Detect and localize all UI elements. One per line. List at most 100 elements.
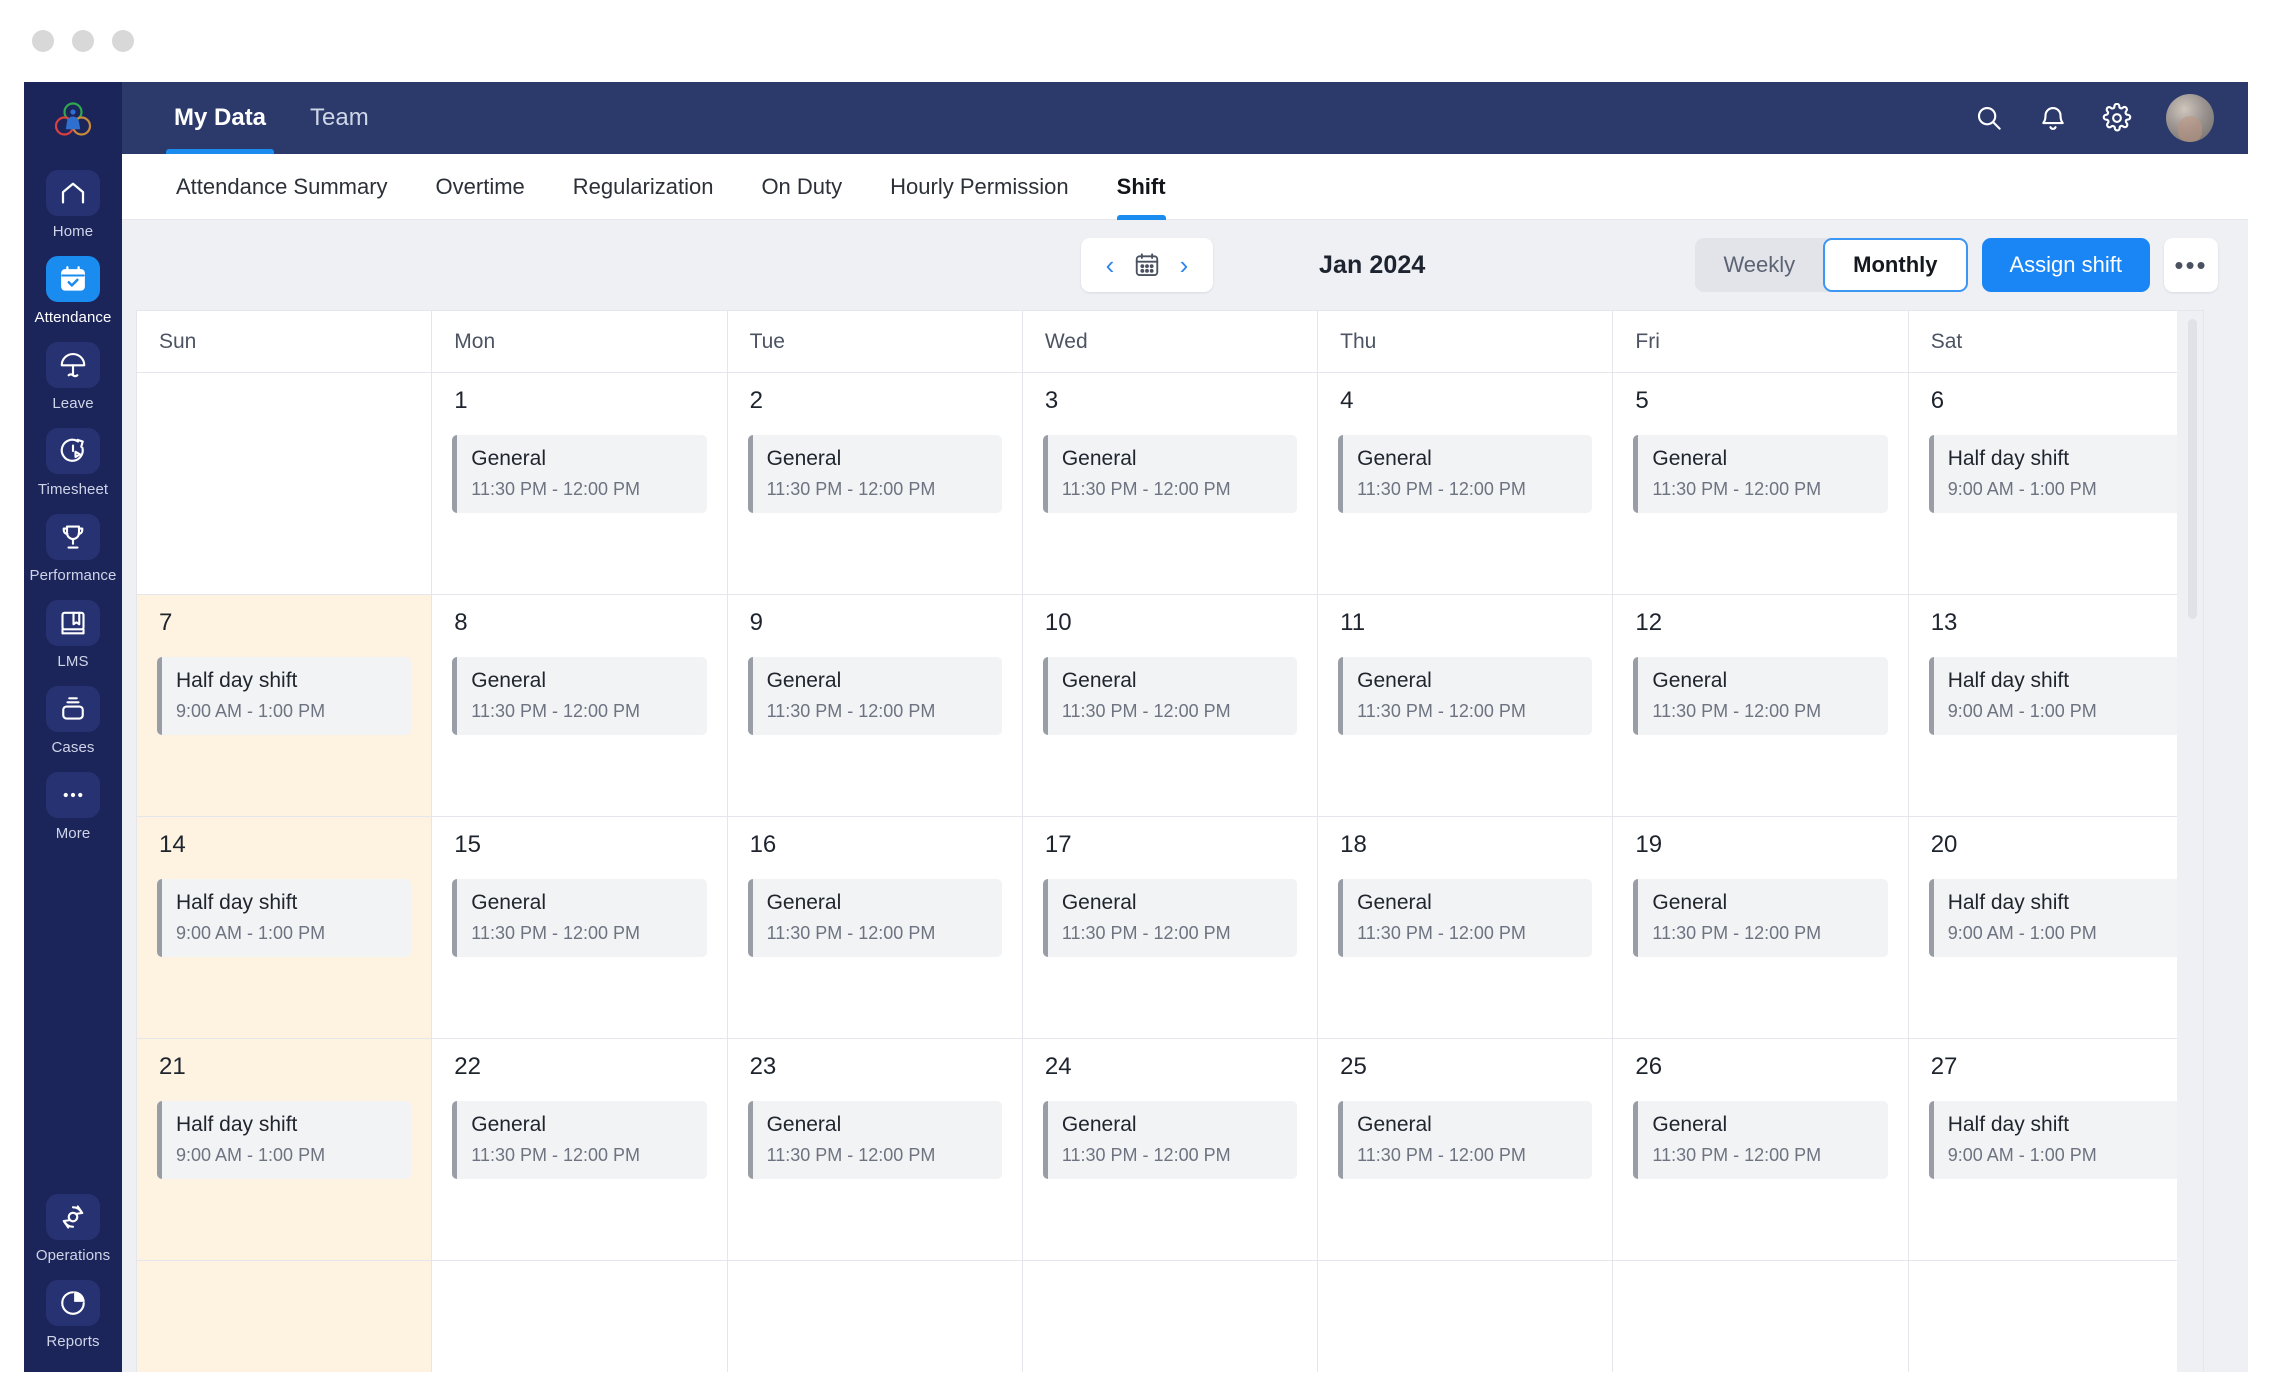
- shift-chip[interactable]: General 11:30 PM - 12:00 PM: [1633, 435, 1888, 513]
- calendar-day-cell[interactable]: [137, 373, 433, 594]
- calendar-day-cell[interactable]: 7 Half day shift 9:00 AM - 1:00 PM: [137, 595, 433, 816]
- date-navigator[interactable]: ‹ ›: [1081, 238, 1213, 292]
- sidebar-item-leave[interactable]: Leave: [24, 342, 122, 412]
- view-weekly-button[interactable]: Weekly: [1695, 238, 1823, 292]
- shift-chip[interactable]: General 11:30 PM - 12:00 PM: [1042, 1101, 1298, 1179]
- sidebar-item-performance[interactable]: Performance: [24, 514, 122, 584]
- window-close-dot[interactable]: [32, 30, 54, 52]
- shift-name: General: [1061, 669, 1137, 692]
- calendar-day-cell[interactable]: 9 General 11:30 PM - 12:00 PM: [727, 595, 1023, 816]
- window-minimize-dot[interactable]: [72, 30, 94, 52]
- tab-hourly-permission[interactable]: Hourly Permission: [866, 154, 1093, 220]
- calendar-day-cell[interactable]: 2 General 11:30 PM - 12:00 PM: [727, 373, 1023, 594]
- calendar-day-cell[interactable]: 11 General 11:30 PM - 12:00 PM: [1318, 595, 1614, 816]
- tab-overtime[interactable]: Overtime: [412, 154, 549, 220]
- calendar-day-cell[interactable]: 21 Half day shift 9:00 AM - 1:00 PM: [137, 1039, 433, 1260]
- tab-shift[interactable]: Shift: [1093, 154, 1190, 220]
- sidebar-item-more[interactable]: More: [24, 772, 122, 842]
- calendar-day-cell[interactable]: 17 General 11:30 PM - 12:00 PM: [1022, 817, 1319, 1038]
- primary-nav-team[interactable]: Team: [288, 82, 391, 154]
- calendar-day-cell[interactable]: 12 General 11:30 PM - 12:00 PM: [1613, 595, 1909, 816]
- tab-attendance-summary[interactable]: Attendance Summary: [152, 154, 412, 220]
- calendar-day-cell[interactable]: 4 General 11:30 PM - 12:00 PM: [1318, 373, 1614, 594]
- calendar-day-cell[interactable]: 14 Half day shift 9:00 AM - 1:00 PM: [137, 817, 433, 1038]
- sidebar-item-home[interactable]: Home: [24, 170, 122, 240]
- shift-chip[interactable]: General 11:30 PM - 12:00 PM: [452, 435, 707, 513]
- more-options-button[interactable]: •••: [2164, 238, 2218, 292]
- calendar-day-cell[interactable]: [1022, 1261, 1319, 1372]
- shift-chip[interactable]: General 11:30 PM - 12:00 PM: [1042, 657, 1298, 735]
- calendar-day-cell[interactable]: [432, 1261, 728, 1372]
- calendar-day-cell[interactable]: [1318, 1261, 1614, 1372]
- avatar[interactable]: [2166, 94, 2214, 142]
- shift-chip[interactable]: General 11:30 PM - 12:00 PM: [1338, 657, 1593, 735]
- next-month-button[interactable]: ›: [1169, 245, 1199, 285]
- shift-chip[interactable]: General 11:30 PM - 12:00 PM: [1338, 879, 1593, 957]
- view-monthly-button[interactable]: Monthly: [1823, 238, 1968, 292]
- shift-chip[interactable]: General 11:30 PM - 12:00 PM: [747, 435, 1002, 513]
- calendar-day-cell[interactable]: 6 Half day shift 9:00 AM - 1:00 PM: [1908, 373, 2203, 594]
- day-header-wed: Wed: [1023, 311, 1319, 372]
- assign-shift-button[interactable]: Assign shift: [1981, 238, 2150, 292]
- app-logo[interactable]: [24, 88, 122, 154]
- shift-chip[interactable]: Half day shift 9:00 AM - 1:00 PM: [1928, 435, 2183, 513]
- gear-icon[interactable]: [2102, 103, 2132, 133]
- shift-chip[interactable]: General 11:30 PM - 12:00 PM: [747, 879, 1002, 957]
- tab-on-duty[interactable]: On Duty: [737, 154, 866, 220]
- calendar-day-cell[interactable]: 15 General 11:30 PM - 12:00 PM: [432, 817, 728, 1038]
- calendar-day-cell[interactable]: 24 General 11:30 PM - 12:00 PM: [1022, 1039, 1319, 1260]
- calendar-day-cell[interactable]: [1908, 1261, 2203, 1372]
- shift-chip[interactable]: Half day shift 9:00 AM - 1:00 PM: [157, 879, 412, 957]
- window-maximize-dot[interactable]: [112, 30, 134, 52]
- calendar-day-cell[interactable]: 16 General 11:30 PM - 12:00 PM: [727, 817, 1023, 1038]
- shift-chip[interactable]: General 11:30 PM - 12:00 PM: [1633, 879, 1888, 957]
- sidebar-item-lms[interactable]: LMS: [24, 600, 122, 670]
- calendar-day-cell[interactable]: [137, 1261, 433, 1372]
- bell-icon[interactable]: [2038, 103, 2068, 133]
- shift-chip[interactable]: General 11:30 PM - 12:00 PM: [452, 879, 707, 957]
- shift-chip[interactable]: General 11:30 PM - 12:00 PM: [1338, 435, 1593, 513]
- calendar-day-cell[interactable]: 3 General 11:30 PM - 12:00 PM: [1022, 373, 1319, 594]
- tab-regularization[interactable]: Regularization: [549, 154, 738, 220]
- calendar-scrollbar-thumb[interactable]: [2188, 319, 2197, 619]
- shift-chip[interactable]: General 11:30 PM - 12:00 PM: [747, 657, 1002, 735]
- calendar-day-cell[interactable]: 13 Half day shift 9:00 AM - 1:00 PM: [1908, 595, 2203, 816]
- shift-chip[interactable]: Half day shift 9:00 AM - 1:00 PM: [157, 1101, 412, 1179]
- sidebar-item-cases[interactable]: Cases: [24, 686, 122, 756]
- shift-chip[interactable]: General 11:30 PM - 12:00 PM: [1042, 435, 1298, 513]
- primary-nav-my-data[interactable]: My Data: [152, 82, 288, 154]
- calendar-day-cell[interactable]: 26 General 11:30 PM - 12:00 PM: [1613, 1039, 1909, 1260]
- sidebar-item-timesheet[interactable]: Timesheet: [24, 428, 122, 498]
- shift-chip[interactable]: Half day shift 9:00 AM - 1:00 PM: [157, 657, 412, 735]
- calendar-day-cell[interactable]: 20 Half day shift 9:00 AM - 1:00 PM: [1908, 817, 2203, 1038]
- calendar-day-cell[interactable]: 1 General 11:30 PM - 12:00 PM: [432, 373, 728, 594]
- calendar-icon[interactable]: [1127, 251, 1167, 279]
- sidebar-item-operations[interactable]: Operations: [24, 1194, 122, 1264]
- shift-chip[interactable]: Half day shift 9:00 AM - 1:00 PM: [1928, 1101, 2183, 1179]
- calendar-day-cell[interactable]: [1613, 1261, 1909, 1372]
- sidebar-item-attendance[interactable]: Attendance: [24, 256, 122, 326]
- shift-chip[interactable]: General 11:30 PM - 12:00 PM: [1633, 1101, 1888, 1179]
- shift-chip[interactable]: General 11:30 PM - 12:00 PM: [452, 1101, 707, 1179]
- calendar-scrollbar-track[interactable]: [2177, 311, 2203, 1372]
- calendar-day-cell[interactable]: 27 Half day shift 9:00 AM - 1:00 PM: [1908, 1039, 2203, 1260]
- calendar-day-cell[interactable]: 18 General 11:30 PM - 12:00 PM: [1318, 817, 1614, 1038]
- shift-chip[interactable]: General 11:30 PM - 12:00 PM: [1338, 1101, 1593, 1179]
- shift-chip[interactable]: Half day shift 9:00 AM - 1:00 PM: [1928, 879, 2183, 957]
- shift-chip[interactable]: General 11:30 PM - 12:00 PM: [747, 1101, 1002, 1179]
- shift-chip[interactable]: Half day shift 9:00 AM - 1:00 PM: [1928, 657, 2183, 735]
- calendar-day-cell[interactable]: 10 General 11:30 PM - 12:00 PM: [1022, 595, 1319, 816]
- calendar-day-cell[interactable]: 8 General 11:30 PM - 12:00 PM: [432, 595, 728, 816]
- search-icon[interactable]: [1974, 103, 2004, 133]
- calendar-day-cell[interactable]: 22 General 11:30 PM - 12:00 PM: [432, 1039, 728, 1260]
- calendar-day-cell[interactable]: 25 General 11:30 PM - 12:00 PM: [1318, 1039, 1614, 1260]
- shift-chip[interactable]: General 11:30 PM - 12:00 PM: [452, 657, 707, 735]
- prev-month-button[interactable]: ‹: [1095, 245, 1125, 285]
- calendar-day-cell[interactable]: 5 General 11:30 PM - 12:00 PM: [1613, 373, 1909, 594]
- sidebar-item-reports[interactable]: Reports: [24, 1280, 122, 1350]
- shift-chip[interactable]: General 11:30 PM - 12:00 PM: [1042, 879, 1298, 957]
- calendar-day-cell[interactable]: [727, 1261, 1023, 1372]
- shift-chip[interactable]: General 11:30 PM - 12:00 PM: [1633, 657, 1888, 735]
- calendar-day-cell[interactable]: 19 General 11:30 PM - 12:00 PM: [1613, 817, 1909, 1038]
- calendar-day-cell[interactable]: 23 General 11:30 PM - 12:00 PM: [727, 1039, 1023, 1260]
